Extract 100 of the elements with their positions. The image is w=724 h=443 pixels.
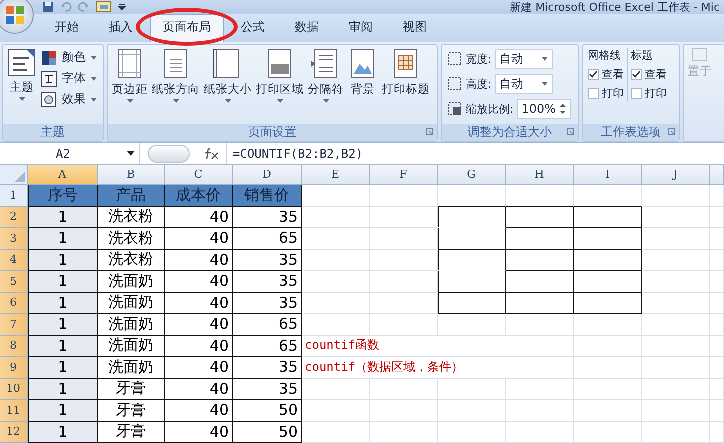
- table-cell: 成本价: [165, 185, 233, 206]
- office-button[interactable]: [0, 0, 34, 34]
- dialog-launcher-icon[interactable]: [668, 128, 676, 136]
- table-cell: 1: [28, 314, 98, 336]
- theme-button[interactable]: 主题: [5, 48, 39, 102]
- table-cell: [302, 271, 370, 292]
- table-cell: [302, 400, 370, 422]
- page-setup-button[interactable]: 纸张大小: [202, 48, 254, 104]
- customize-arrow-icon[interactable]: [118, 3, 126, 11]
- row-header[interactable]: 6: [0, 292, 28, 314]
- row-header[interactable]: 1: [0, 185, 28, 206]
- table-cell: 1: [28, 357, 98, 378]
- column-header[interactable]: D: [233, 165, 302, 185]
- redo-icon[interactable]: [78, 1, 90, 13]
- theme-option-button[interactable]: 颜色: [39, 48, 99, 67]
- table-cell: [506, 314, 574, 336]
- table-cell: [710, 271, 724, 292]
- table-cell: 洗面奶: [98, 357, 165, 378]
- checkbox[interactable]: [588, 88, 599, 99]
- ribbon-tab[interactable]: 页面布局: [150, 14, 224, 42]
- splitter-handle[interactable]: [148, 144, 190, 162]
- table-cell: 50: [233, 400, 302, 422]
- column-header[interactable]: B: [98, 165, 165, 185]
- section-title: 标题: [631, 48, 654, 63]
- caret-icon: [542, 57, 548, 61]
- column-header[interactable]: [710, 165, 724, 185]
- table-cell: [506, 378, 574, 400]
- column-header[interactable]: I: [574, 165, 642, 185]
- column-header[interactable]: E: [302, 165, 370, 185]
- page-setup-button[interactable]: 分隔符: [306, 48, 346, 104]
- row-header[interactable]: 2: [0, 206, 28, 228]
- page-setup-button[interactable]: 纸张方向: [150, 48, 202, 104]
- table-cell: [642, 228, 710, 250]
- column-header[interactable]: C: [165, 165, 233, 185]
- dropdown-field[interactable]: 自动: [494, 49, 553, 69]
- row-header[interactable]: 8: [0, 336, 28, 357]
- function-icon[interactable]: [204, 148, 220, 160]
- ribbon-tab[interactable]: 数据: [282, 14, 332, 42]
- theme-option-button[interactable]: 字体: [39, 69, 99, 88]
- dialog-launcher-icon[interactable]: [567, 128, 575, 136]
- dropdown-field[interactable]: 自动: [494, 74, 553, 94]
- table-cell: [574, 271, 642, 292]
- table-cell: 1: [28, 336, 98, 357]
- table-cell: [438, 422, 506, 443]
- group-label: 调整为合适大小: [468, 124, 552, 141]
- page-setup-button[interactable]: 打印标题: [380, 48, 432, 97]
- checkbox[interactable]: [631, 88, 642, 99]
- column-header[interactable]: J: [642, 165, 710, 185]
- column-header[interactable]: G: [438, 165, 506, 185]
- formula-field[interactable]: =COUNTIF(B2:B2,B2): [226, 143, 724, 164]
- page-setup-button[interactable]: 页边距: [110, 48, 150, 104]
- row-header[interactable]: 5: [0, 271, 28, 292]
- column-header[interactable]: F: [370, 165, 438, 185]
- ribbon-tab[interactable]: 审阅: [336, 14, 386, 42]
- table-cell: 40: [165, 206, 233, 228]
- ribbon-tab[interactable]: 开始: [42, 14, 92, 42]
- page-setup-button[interactable]: 打印区域: [254, 48, 306, 104]
- row-header[interactable]: 10: [0, 378, 28, 400]
- row-header[interactable]: 12: [0, 422, 28, 443]
- row-header[interactable]: 11: [0, 400, 28, 422]
- page-setup-button[interactable]: 背景: [346, 48, 380, 97]
- ribbon-tab[interactable]: 公式: [228, 14, 278, 42]
- checkbox[interactable]: [631, 69, 642, 80]
- table-cell: 1: [28, 378, 98, 400]
- table-cell: [710, 314, 724, 336]
- caret-icon: [542, 82, 548, 86]
- note-text: countif函数: [302, 336, 506, 357]
- table-cell: 1: [28, 292, 98, 314]
- table-cell: [642, 250, 710, 271]
- table-cell: 序号: [28, 185, 98, 206]
- undo-icon[interactable]: [60, 1, 72, 13]
- table-cell: 35: [233, 206, 302, 228]
- table-cell: 65: [233, 336, 302, 357]
- ribbon-tab[interactable]: 插入: [96, 14, 146, 42]
- table-cell: [642, 357, 710, 378]
- caret-icon[interactable]: [127, 151, 135, 156]
- row-header[interactable]: 3: [0, 228, 28, 250]
- picture-icon[interactable]: [96, 1, 112, 13]
- checkbox[interactable]: [588, 69, 599, 80]
- theme-option-button[interactable]: 效果: [39, 90, 99, 109]
- caret-icon: [18, 97, 26, 102]
- table-cell: [506, 336, 574, 357]
- save-icon[interactable]: [42, 1, 54, 13]
- table-cell: 50: [233, 422, 302, 443]
- column-header[interactable]: A: [28, 165, 98, 185]
- spinner-field[interactable]: 100%: [516, 99, 571, 119]
- column-header[interactable]: H: [506, 165, 574, 185]
- row-header[interactable]: 9: [0, 357, 28, 378]
- row-header[interactable]: 4: [0, 250, 28, 271]
- name-box[interactable]: A2: [0, 143, 140, 164]
- table-cell: [710, 336, 724, 357]
- caret-icon: [91, 76, 97, 80]
- table-cell: 35: [233, 378, 302, 400]
- ribbon-tab[interactable]: 视图: [390, 14, 440, 42]
- select-all-corner[interactable]: [0, 165, 28, 185]
- table-cell: [438, 271, 506, 292]
- dialog-launcher-icon[interactable]: [426, 128, 434, 136]
- table-cell: [642, 185, 710, 206]
- row-header[interactable]: 7: [0, 314, 28, 336]
- table-cell: [506, 422, 574, 443]
